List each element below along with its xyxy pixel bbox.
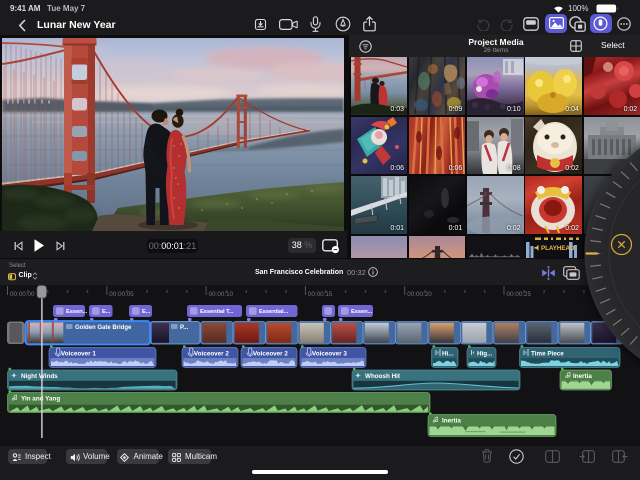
svg-text:Hi...: Hi... [442, 351, 454, 358]
svg-text:00:00:15: 00:00:15 [308, 291, 333, 298]
svg-text:Essential...: Essential... [259, 309, 289, 315]
svg-text:Yin and Yang: Yin and Yang [21, 396, 60, 403]
svg-text:E...: E... [142, 309, 151, 315]
svg-text:E...: E... [102, 309, 111, 315]
svg-text:Inertia: Inertia [442, 418, 461, 425]
svg-text:00:00:00: 00:00:00 [10, 291, 35, 298]
svg-text:Voiceover 3: Voiceover 3 [312, 351, 347, 358]
svg-text:Voiceover 2: Voiceover 2 [194, 351, 229, 358]
svg-text:Whoosh Hit: Whoosh Hit [365, 373, 401, 380]
svg-text:00:00:25: 00:00:25 [507, 291, 532, 298]
svg-text:Hig...: Hig... [477, 351, 493, 358]
svg-text:00:00:10: 00:00:10 [209, 291, 234, 298]
svg-text:P...: P... [180, 325, 189, 331]
svg-text:Essen...: Essen... [351, 309, 373, 315]
svg-text:00:00:20: 00:00:20 [407, 291, 432, 298]
svg-text:Voiceover 2: Voiceover 2 [253, 351, 288, 358]
svg-text:Golden Gate Bridge: Golden Gate Bridge [75, 325, 132, 331]
svg-text:00:00:05: 00:00:05 [109, 291, 134, 298]
svg-text:Night Winds: Night Winds [21, 373, 58, 380]
svg-text:Essen...: Essen... [66, 309, 88, 315]
svg-text:Essential T...: Essential T... [200, 309, 234, 315]
svg-text:Voiceover 1: Voiceover 1 [61, 351, 96, 358]
